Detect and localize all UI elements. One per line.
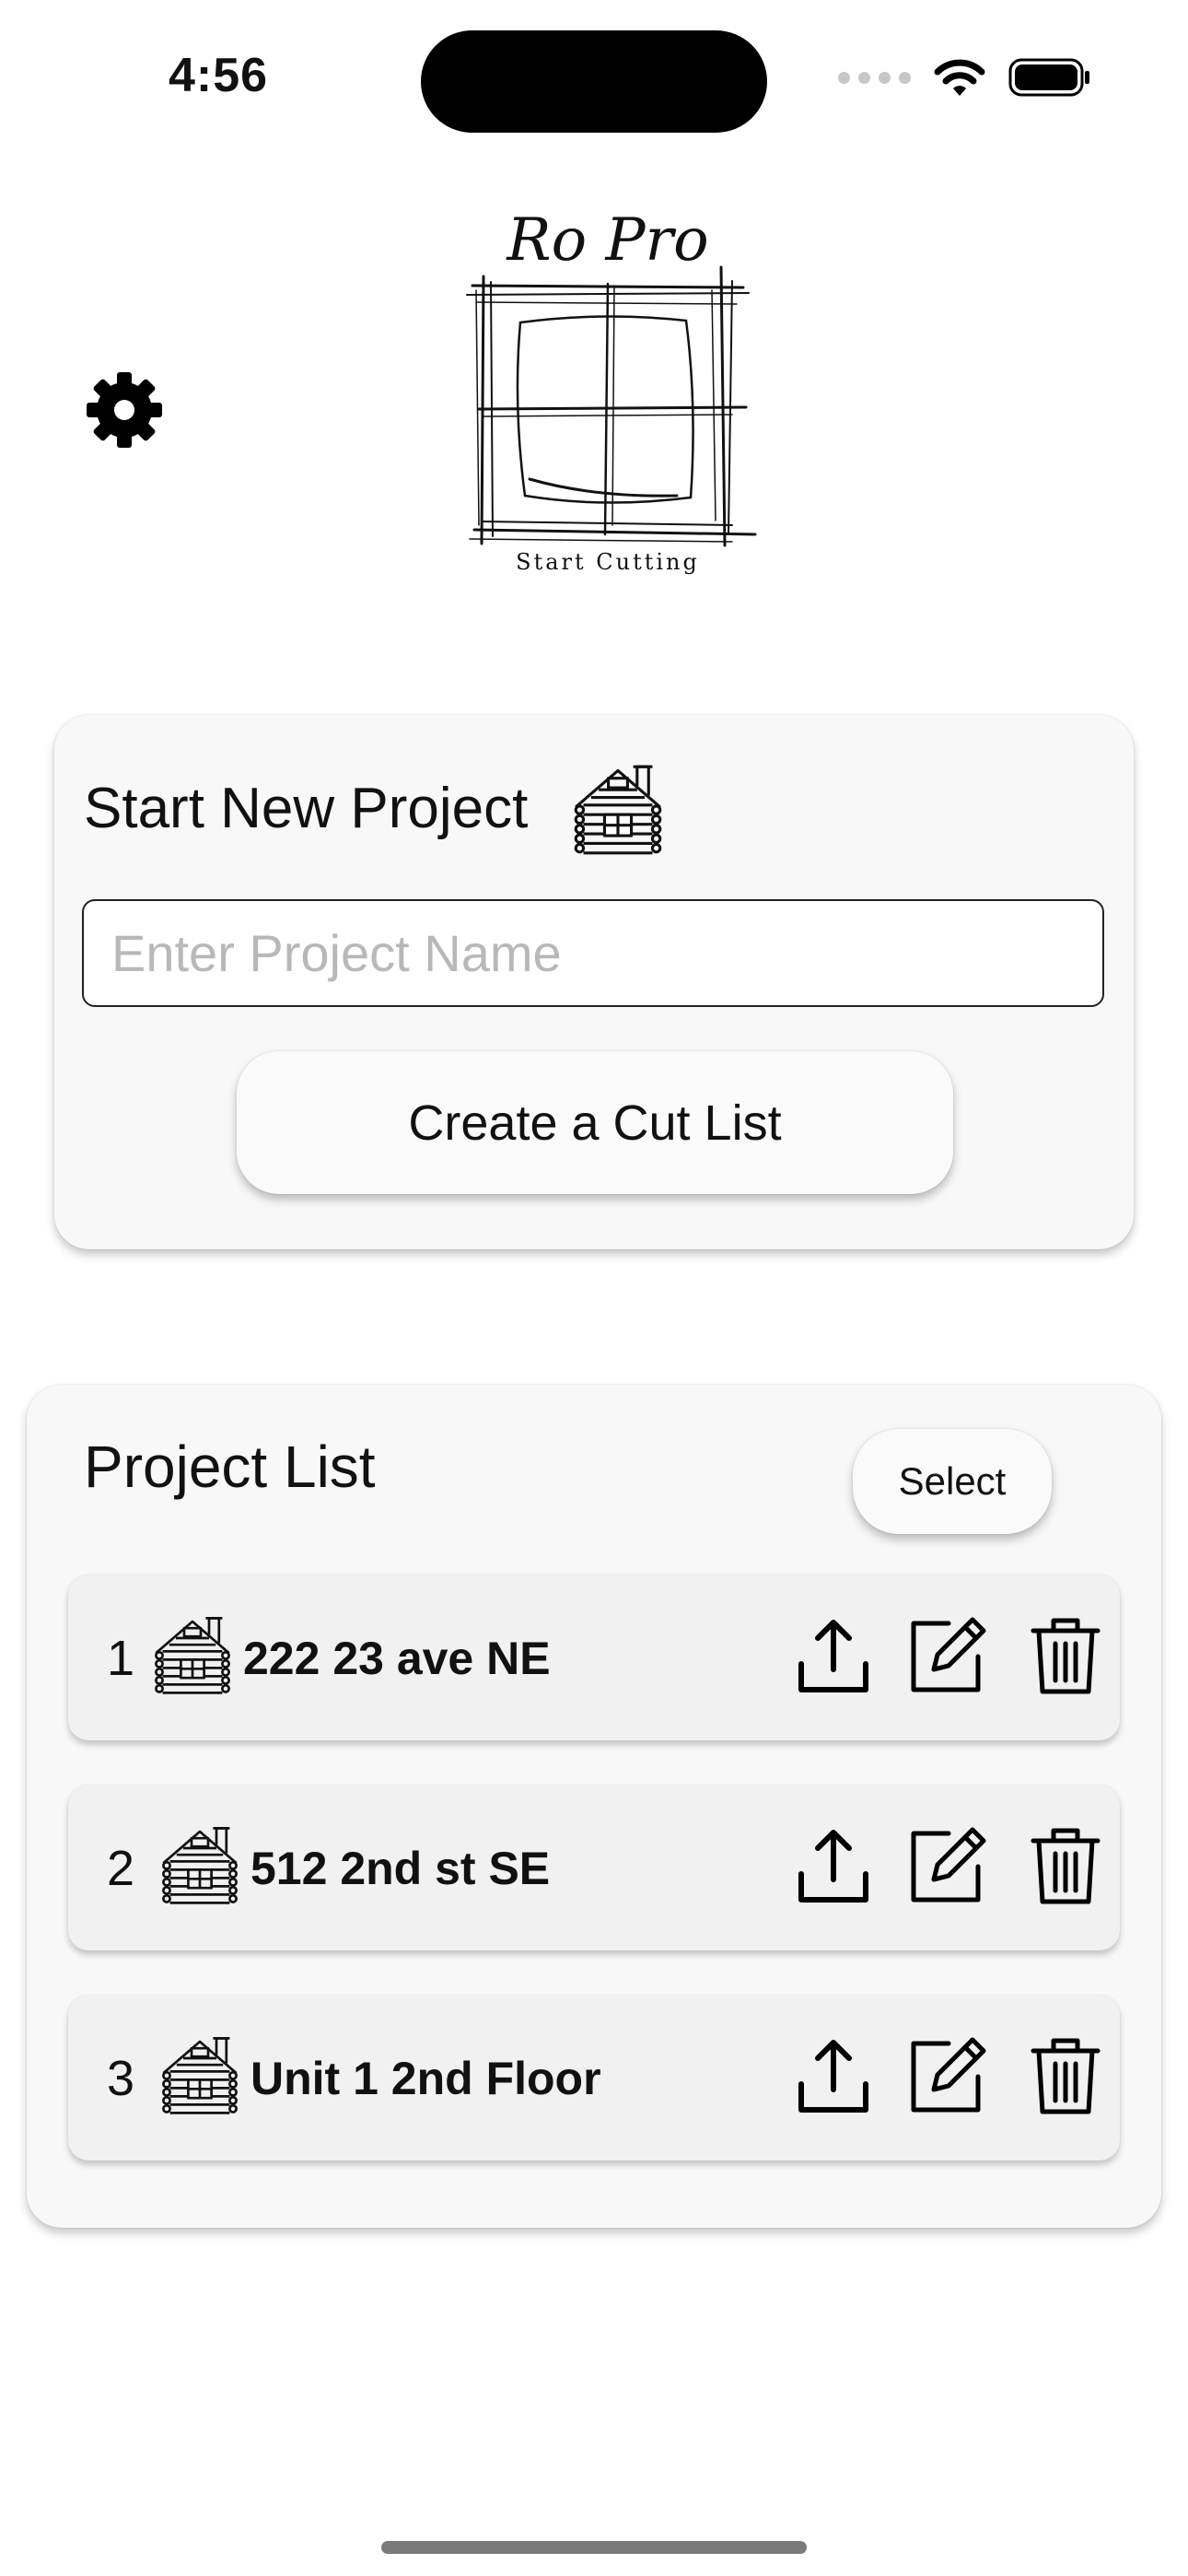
project-name: Unit 1 2nd Floor	[250, 2053, 601, 2104]
project-name-input[interactable]	[82, 899, 1104, 1007]
project-index: 1	[107, 1631, 135, 1686]
project-name: 222 23 ave NE	[243, 1633, 551, 1684]
ropro-logo: Ro Pro Start Cutting	[466, 206, 757, 575]
project-name: 512 2nd st SE	[250, 1843, 551, 1894]
signal-dots-icon	[838, 71, 911, 84]
battery-icon	[1008, 58, 1089, 97]
project-row[interactable]: 2 512 2nd st SE	[68, 1785, 1120, 1950]
trash-icon[interactable]	[1026, 1616, 1105, 1695]
status-icons	[838, 57, 1091, 98]
new-project-card: Start New Project Create a Cut List	[54, 715, 1134, 1249]
trash-icon[interactable]	[1026, 1826, 1105, 1905]
wifi-icon	[934, 59, 985, 96]
edit-icon[interactable]	[908, 2036, 987, 2115]
share-icon[interactable]	[794, 1616, 873, 1695]
home-indicator[interactable]	[381, 2541, 807, 2554]
project-list-title: Project List	[84, 1434, 376, 1500]
cabin-icon	[155, 1617, 230, 1694]
edit-icon[interactable]	[908, 1616, 987, 1695]
project-list-card: Project List Select 1 222 23 ave NE 2 51…	[27, 1385, 1161, 2228]
project-row[interactable]: 3 Unit 1 2nd Floor	[68, 1995, 1120, 2160]
cabin-icon	[574, 765, 662, 855]
share-icon[interactable]	[794, 2036, 873, 2115]
create-cut-list-button[interactable]: Create a Cut List	[237, 1051, 953, 1194]
share-icon[interactable]	[794, 1826, 873, 1905]
cabin-icon	[162, 1827, 238, 1904]
edit-icon[interactable]	[908, 1826, 987, 1905]
project-index: 3	[107, 2051, 135, 2106]
select-button[interactable]: Select	[853, 1429, 1052, 1534]
status-time: 4:56	[169, 49, 269, 102]
project-index: 2	[107, 1841, 135, 1896]
cabin-icon	[162, 2037, 238, 2114]
logo-tagline: Start Cutting	[516, 549, 700, 575]
gear-icon[interactable]	[85, 370, 164, 450]
trash-icon[interactable]	[1026, 2036, 1105, 2115]
logo-title: Ro Pro	[506, 206, 708, 275]
new-project-title: Start New Project	[84, 777, 529, 840]
dynamic-island	[421, 30, 767, 133]
project-row[interactable]: 1 222 23 ave NE	[68, 1575, 1120, 1740]
